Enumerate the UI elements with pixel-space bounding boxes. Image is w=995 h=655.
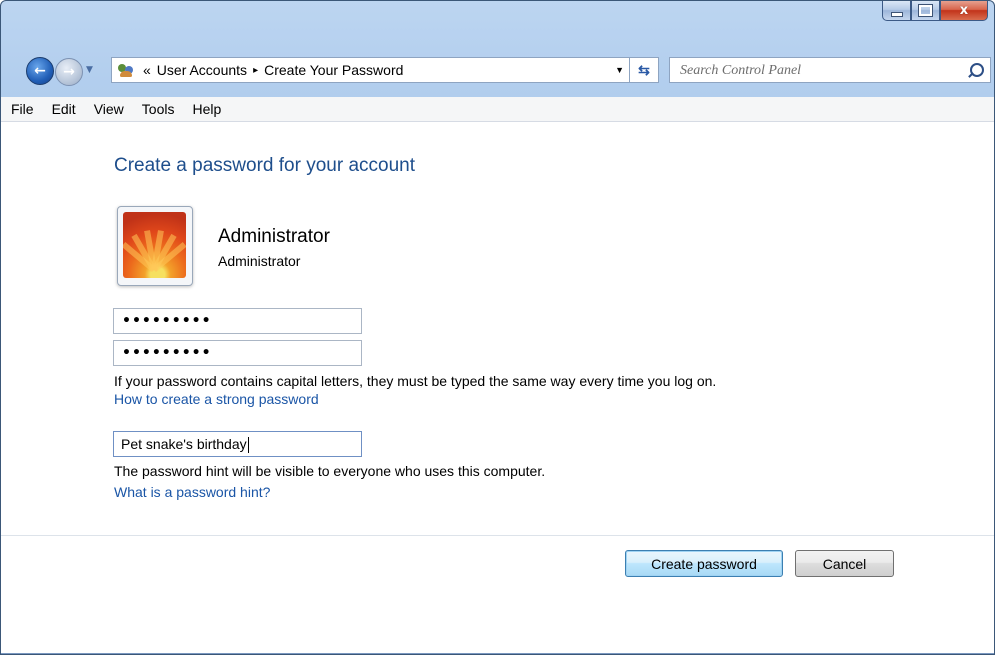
forward-button[interactable]: → [55,58,83,86]
page-title: Create a password for your account [114,155,415,176]
chevron-down-icon: ▼ [86,65,93,75]
caption-buttons: x [882,1,988,21]
password-hint-field[interactable]: Pet snake's birthday [113,431,362,457]
search-input[interactable] [678,59,962,83]
address-dropdown-button[interactable]: ▼ [615,65,624,75]
user-name: Administrator [218,226,330,247]
hint-visibility-note: The password hint will be visible to eve… [114,463,546,479]
maximize-icon [918,4,933,17]
refresh-icon: ⇆ [638,61,650,78]
menu-file[interactable]: File [1,101,42,117]
minimize-button[interactable] [882,1,911,21]
strong-password-link[interactable]: How to create a strong password [114,391,319,407]
cancel-button[interactable]: Cancel [795,550,894,577]
forward-arrow-icon: → [63,64,75,80]
address-bar[interactable]: « User Accounts ▸ Create Your Password ▼… [111,57,659,83]
minimize-icon [890,12,903,17]
divider [1,535,994,536]
avatar [117,206,193,286]
navigation-bar: ← → ▼ « User Accounts ▸ Create Your Pass… [1,55,994,87]
close-icon: x [959,3,969,18]
user-account-type: Administrator [218,253,301,269]
maximize-button[interactable] [911,1,940,21]
menu-edit[interactable]: Edit [42,101,84,117]
menu-tools[interactable]: Tools [132,101,183,117]
create-password-button[interactable]: Create password [625,550,783,577]
breadcrumb-create-your-password[interactable]: Create Your Password [264,62,403,78]
menu-bar: File Edit View Tools Help [1,97,994,122]
password-hint-help-link[interactable]: What is a password hint? [114,484,270,500]
breadcrumb: « User Accounts ▸ Create Your Password [143,62,403,78]
title-bar[interactable]: x [1,1,994,41]
back-button[interactable]: ← [26,57,54,85]
text-caret [247,437,249,454]
password-hint-value: Pet snake's birthday [121,436,247,452]
menu-help[interactable]: Help [182,101,229,117]
breadcrumb-overflow[interactable]: « [143,62,151,78]
confirm-password-field[interactable]: ••••••••• [113,340,362,366]
search-box [669,57,991,83]
caps-letters-note: If your password contains capital letter… [114,373,717,389]
search-icon[interactable] [970,63,984,77]
flower-picture-icon [123,212,186,278]
back-arrow-icon: ← [34,63,46,79]
recent-pages-dropdown[interactable]: ▼ [86,65,93,75]
close-button[interactable]: x [940,1,988,21]
new-password-field[interactable]: ••••••••• [113,308,362,334]
refresh-button[interactable]: ⇆ [629,58,658,82]
chevron-down-icon: ▼ [615,65,624,75]
breadcrumb-separator-icon[interactable]: ▸ [253,65,258,76]
control-panel-window: x ← → ▼ « User Accounts ▸ Create Your Pa… [0,0,995,655]
breadcrumb-user-accounts[interactable]: User Accounts [157,62,247,78]
user-accounts-icon [117,62,135,78]
content-pane: Create a password for your account Admin… [1,122,994,654]
menu-view[interactable]: View [84,101,132,117]
